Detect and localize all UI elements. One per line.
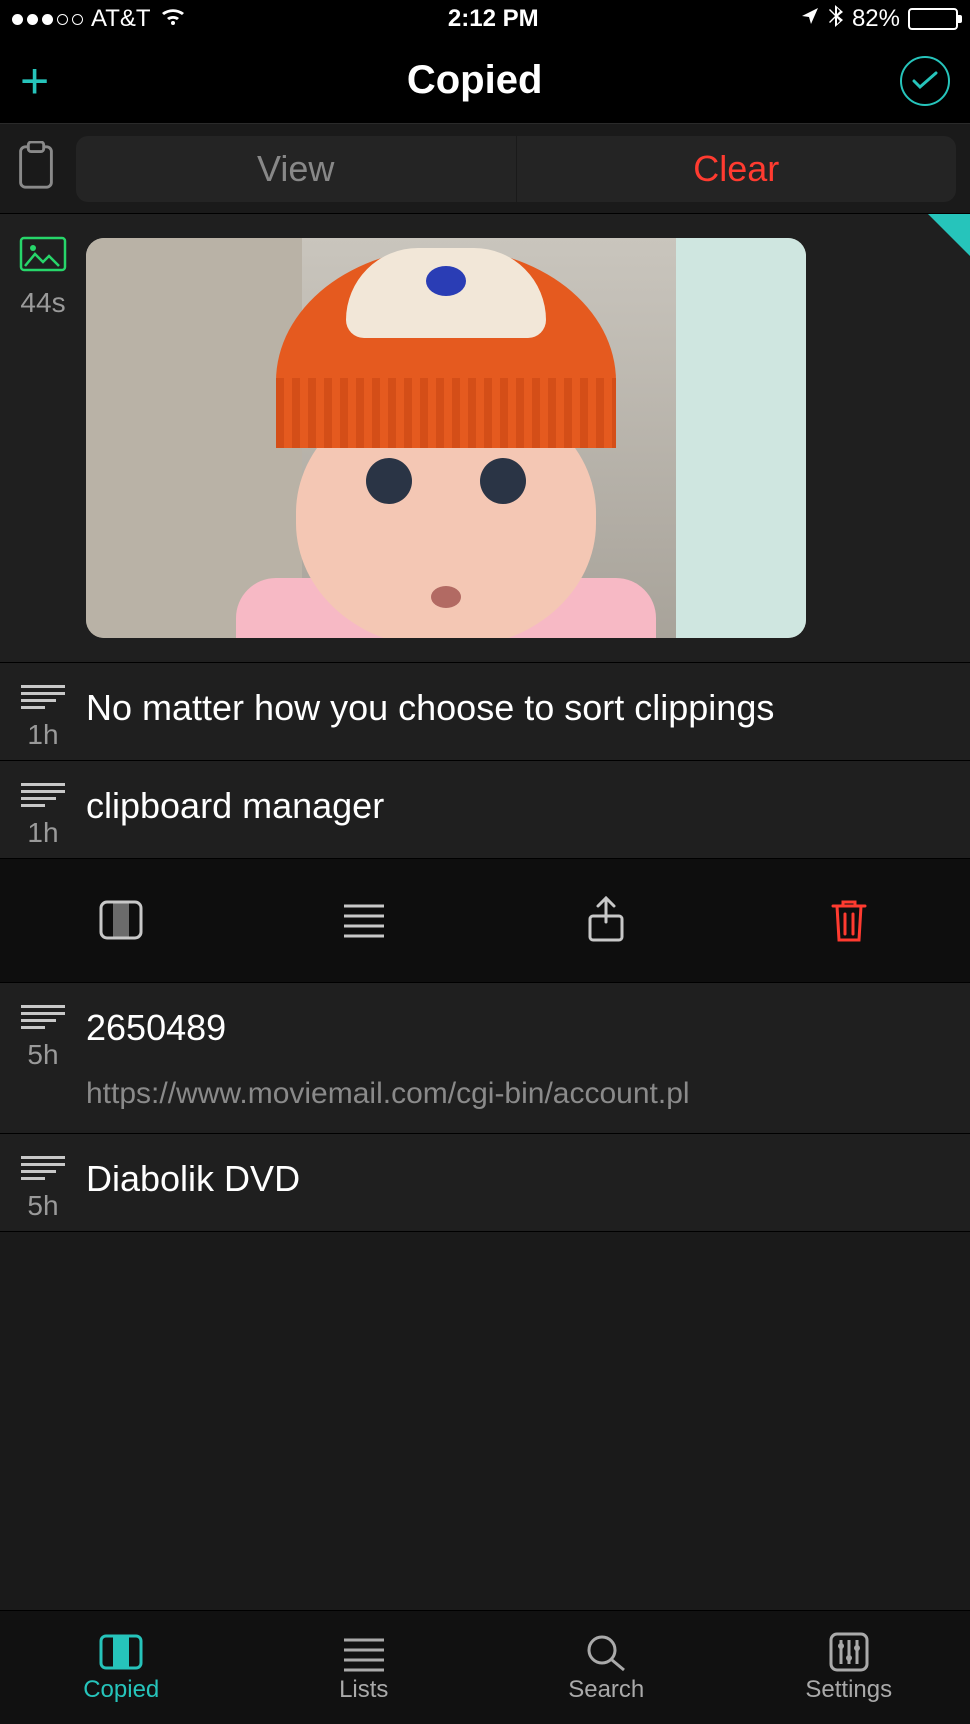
text-type-icon: [21, 1005, 65, 1029]
view-label: View: [257, 148, 334, 190]
bluetooth-icon: [828, 4, 844, 35]
tab-label: Settings: [805, 1676, 892, 1704]
status-time: 2:12 PM: [448, 5, 539, 33]
location-icon: [800, 5, 820, 33]
list-action-button[interactable]: [243, 894, 486, 946]
row-actions-bar: [0, 859, 970, 983]
delete-action-button[interactable]: [728, 894, 970, 946]
tab-label: Copied: [83, 1676, 159, 1704]
clip-title: Diabolik DVD: [86, 1156, 954, 1203]
clip-row-text[interactable]: 5h 2650489 https://www.moviemail.com/cgi…: [0, 983, 970, 1135]
select-mode-button[interactable]: [900, 56, 950, 106]
clip-image-thumbnail[interactable]: [86, 238, 806, 638]
clear-button[interactable]: Clear: [516, 136, 957, 202]
tab-lists[interactable]: Lists: [243, 1611, 486, 1724]
clip-time: 5h: [27, 1039, 58, 1071]
clippings-list[interactable]: 44s: [0, 214, 970, 1232]
toolbar: View Clear: [0, 124, 970, 214]
clipboard-icon[interactable]: [14, 141, 58, 196]
clip-time: 1h: [27, 719, 58, 751]
clip-title: No matter how you choose to sort clippin…: [86, 685, 954, 732]
clip-time: 5h: [27, 1190, 58, 1222]
clip-row-image[interactable]: 44s: [0, 214, 970, 663]
wifi-icon: [159, 5, 187, 34]
text-type-icon: [21, 685, 65, 709]
tab-search[interactable]: Search: [485, 1611, 728, 1724]
status-bar: AT&T 2:12 PM 82%: [0, 0, 970, 38]
copy-action-button[interactable]: [0, 894, 243, 946]
tab-settings[interactable]: Settings: [728, 1611, 970, 1724]
add-button[interactable]: +: [20, 56, 49, 106]
share-action-button[interactable]: [485, 894, 728, 946]
tab-copied[interactable]: Copied: [0, 1611, 243, 1724]
clip-subtitle: https://www.moviemail.com/cgi-bin/accoun…: [86, 1077, 954, 1111]
tab-label: Search: [568, 1676, 644, 1704]
clip-title: clipboard manager: [86, 783, 954, 830]
clip-title: 2650489: [86, 1005, 954, 1052]
text-type-icon: [21, 1156, 65, 1180]
nav-bar: + Copied: [0, 38, 970, 124]
carrier-label: AT&T: [91, 5, 151, 33]
text-type-icon: [21, 783, 65, 807]
battery-percentage: 82%: [852, 5, 900, 33]
selected-indicator-icon: [928, 214, 970, 256]
clip-time: 44s: [20, 287, 65, 319]
clip-row-text[interactable]: 1h No matter how you choose to sort clip…: [0, 663, 970, 761]
status-left: AT&T: [12, 5, 187, 34]
clip-row-text[interactable]: 1h clipboard manager: [0, 761, 970, 859]
tab-label: Lists: [339, 1676, 388, 1704]
battery-icon: [908, 8, 958, 30]
clear-label: Clear: [693, 148, 779, 190]
clip-time: 1h: [27, 817, 58, 849]
view-button[interactable]: View: [76, 136, 516, 202]
clip-row-text[interactable]: 5h Diabolik DVD: [0, 1134, 970, 1232]
nav-title: Copied: [407, 58, 543, 103]
tab-bar: Copied Lists Search Settings: [0, 1610, 970, 1724]
signal-strength-icon: [12, 14, 83, 25]
status-right: 82%: [800, 4, 958, 35]
image-type-icon: [19, 236, 67, 277]
segmented-control: View Clear: [76, 136, 956, 202]
